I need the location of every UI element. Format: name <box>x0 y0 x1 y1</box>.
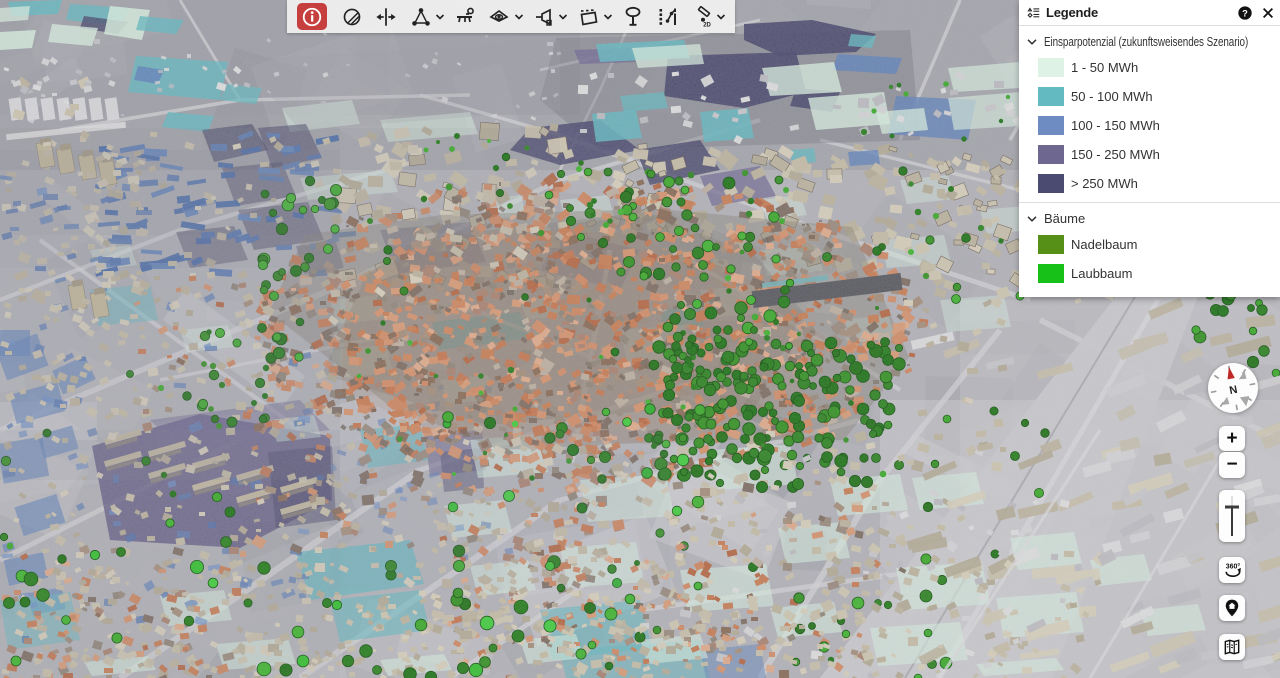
svg-text:2D: 2D <box>703 22 711 28</box>
svg-text:360°: 360° <box>1225 562 1240 570</box>
svg-text:?: ? <box>1242 8 1248 18</box>
